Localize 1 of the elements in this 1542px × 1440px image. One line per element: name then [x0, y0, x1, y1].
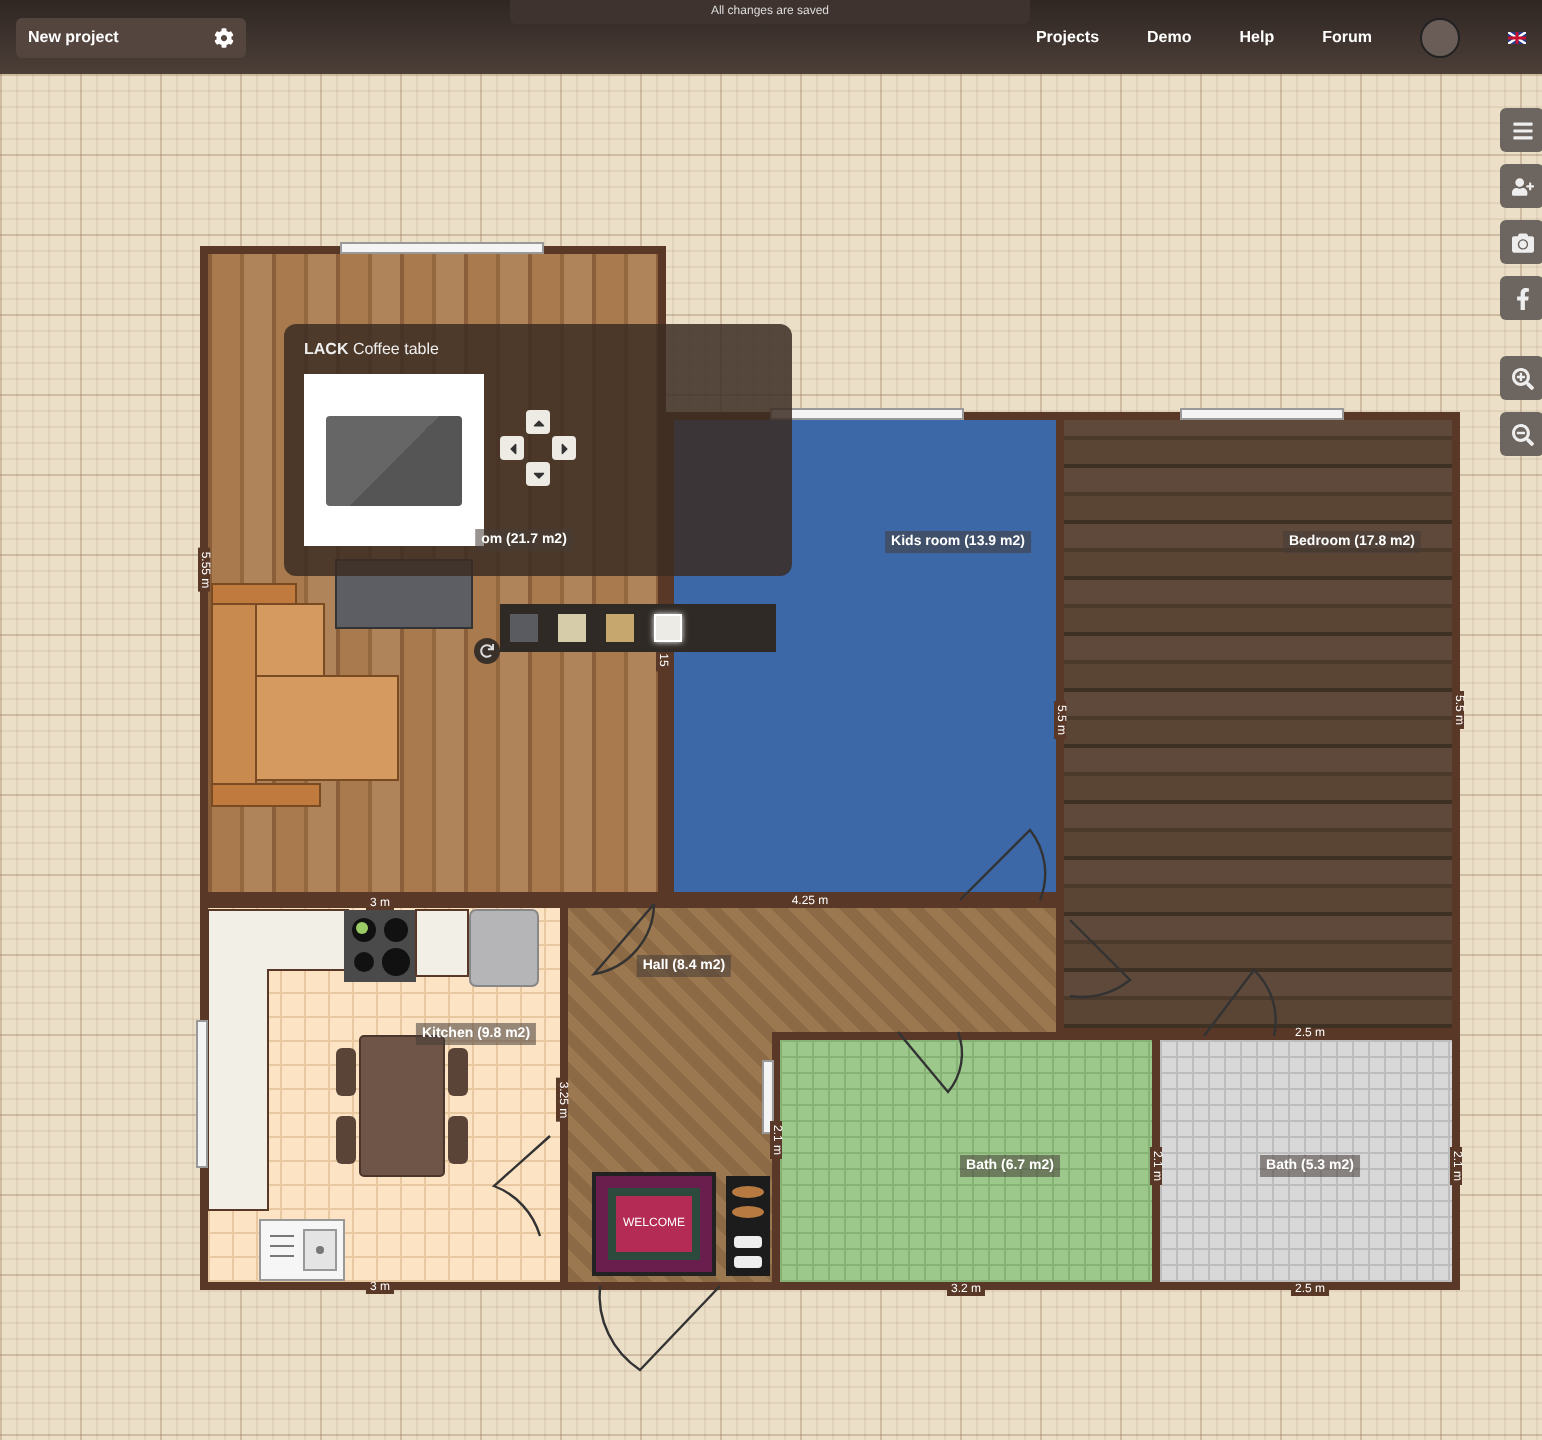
furniture-title: LACK Coffee table — [304, 340, 441, 358]
